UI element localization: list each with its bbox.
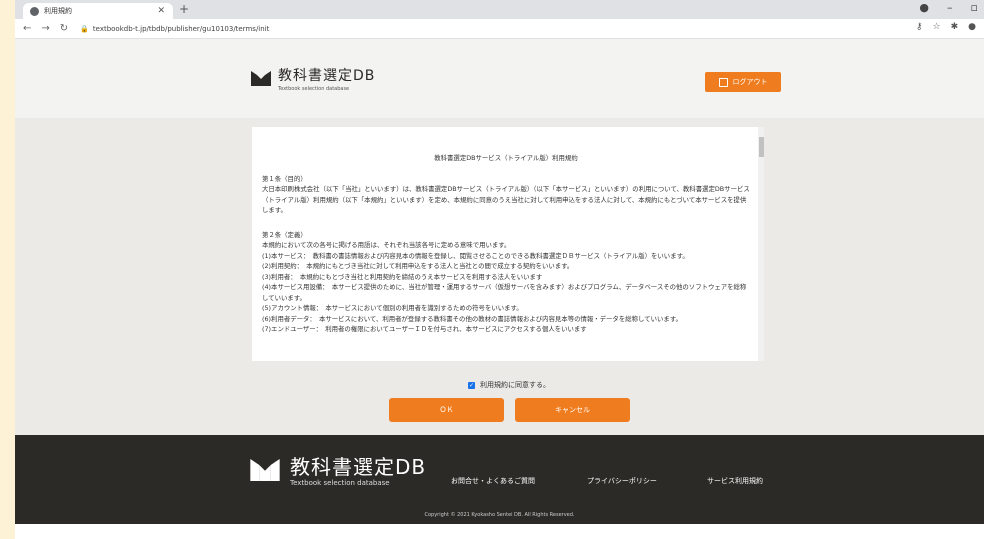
terms-paragraph: 第１条（目的） [262,174,307,183]
back-icon[interactable]: ← [23,23,31,34]
lock-icon[interactable]: 🔒 [80,25,89,33]
cancel-button[interactable]: キャンセル [515,398,630,422]
star-icon[interactable]: ☆ [933,22,941,32]
logo-text-ja: 教科書選定DB [278,68,376,84]
terms-paragraph: 本規約において次の各号に掲げる用語は、それぞれ当該各号に定める意味で用います。 [262,241,511,249]
footer-link-terms[interactable]: サービス利用規約 [707,476,763,486]
url-field[interactable]: textbookdb-t.jp/tbdb/publisher/gu10103/t… [93,25,270,33]
terms-paragraph: (1)本サービス： 教科書の書誌情報および内容見本の情報を登録し、閲覧させること… [262,251,689,260]
address-bar: ← → ↻ 🔒 textbookdb-t.jp/tbdb/publisher/g… [15,19,984,39]
forward-icon[interactable]: → [41,23,49,34]
terms-scrollbar[interactable] [758,127,764,361]
footer-link-privacy[interactable]: プライバシーポリシー [587,476,657,486]
site-logo[interactable]: 教科書選定DB Textbook selection database [251,69,375,92]
terms-paragraph: (7)エンドユーザー： 利用者の権限においてユーザーＩＤを付与され、本サービスに… [262,325,587,333]
logo-text-en: Textbook selection database [278,86,350,92]
key-icon[interactable]: ⚷ [916,22,923,32]
footer-logo[interactable]: 教科書選定DB Textbook selection database [250,456,426,487]
terms-paragraph: (5)アカウント情報： 本サービスにおいて個別の利用者を識別するための符号をいい… [262,304,523,312]
site-footer: 教科書選定DB Textbook selection database お問合せ… [15,435,984,524]
reload-icon[interactable]: ↻ [60,23,68,34]
footer-link-contact[interactable]: お問合せ・よくあるご質問 [451,476,535,486]
account-icon[interactable]: ● [968,22,976,32]
tab-bar: 利用規約 ✕ + ● – ▫ [15,0,984,19]
minimize-icon[interactable]: – [947,1,953,14]
terms-paragraph: (4)本サービス用設備： 本サービス提供のために、当社が管理・運用するサーバ（仮… [262,283,747,302]
terms-paragraph: (2)利用契約： 本規約にもとづき当社に対して利用申込をする法人と当社との間で成… [262,262,574,270]
terms-paragraph: 大日本印刷株式会社（以下「当社」といいます）は、教科書選定DBサービス（トライア… [262,185,750,214]
close-tab-icon[interactable]: ✕ [157,6,165,16]
extensions-icon[interactable]: ✱ [951,22,959,32]
window-controls: ● – ▫ [919,1,978,14]
terms-paragraph: (6)利用者データ： 本サービスにおいて、利用者が登録する教科書その他の教材の書… [262,314,682,323]
new-tab-icon[interactable]: + [179,2,189,16]
footer-logo-text-en: Textbook selection database [290,479,390,487]
agree-label: 利用規約に同意する。 [480,381,550,389]
agree-checkbox-row[interactable]: ✓ 利用規約に同意する。 [468,380,550,390]
logo-mark-icon [251,71,271,86]
logout-label: ログアウト [732,78,768,86]
footer-logo-text-ja: 教科書選定DB [290,455,427,479]
logout-icon [718,77,728,87]
copyright: Copyright © 2021 Kyokasho Sentei DB. All… [424,512,575,518]
ok-button[interactable]: ＯＫ [389,398,504,422]
browser-tab[interactable]: 利用規約 ✕ [23,3,173,19]
terms-paragraph: (3)利用者： 本規約にもとづき当社と利用契約を締結のうえ本サービスを利用する法… [262,272,543,281]
main-area: 教科書選定DBサービス（トライアル版）利用規約 第１条（目的） 大日本印刷株式会… [15,118,984,435]
scrollbar-thumb[interactable] [759,137,764,157]
site-header: 教科書選定DB Textbook selection database [15,39,984,119]
browser-window: 利用規約 ✕ + ● – ▫ ← → ↻ 🔒 textbookdb-t.jp/t… [15,0,984,539]
tab-title: 利用規約 [44,7,72,15]
restore-icon[interactable]: ▫ [971,1,978,14]
logout-button[interactable]: ログアウト [705,72,781,92]
favicon-icon [30,6,39,16]
footer-logo-mark-icon [250,459,280,481]
agree-checkbox[interactable]: ✓ [468,381,475,389]
toolbar-icons: ⚷ ☆ ✱ ● [916,22,976,32]
terms-title: 教科書選定DBサービス（トライアル版）利用規約 [434,154,578,162]
terms-box[interactable]: 教科書選定DBサービス（トライアル版）利用規約 第１条（目的） 大日本印刷株式会… [252,127,762,361]
terms-paragraph: 第２条（定義） [262,230,307,239]
profile-icon[interactable]: ● [919,1,929,14]
